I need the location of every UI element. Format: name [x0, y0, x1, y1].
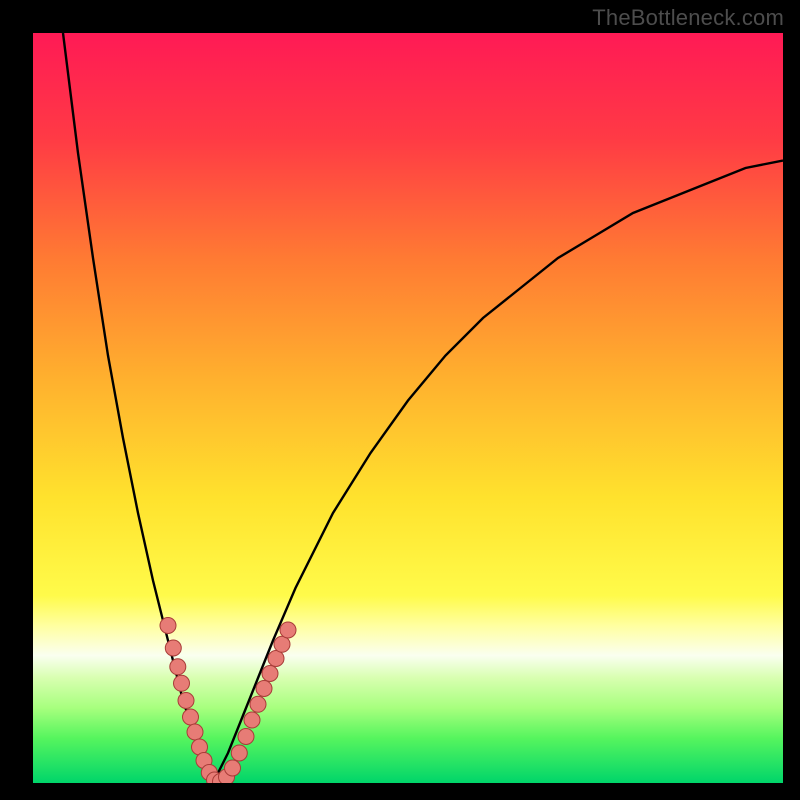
highlight-dot: [165, 640, 181, 656]
highlight-dot: [178, 693, 194, 709]
highlight-dot: [244, 712, 260, 728]
highlight-dot: [262, 666, 278, 682]
highlight-dot: [183, 709, 199, 725]
highlight-dot: [256, 681, 272, 697]
highlight-dots: [160, 618, 296, 784]
curve-layer: [33, 33, 783, 783]
highlight-dot: [187, 724, 203, 740]
plot-area: [33, 33, 783, 783]
highlight-dot: [274, 636, 290, 652]
highlight-dot: [268, 651, 284, 667]
highlight-dot: [250, 696, 266, 712]
highlight-dot: [170, 659, 186, 675]
highlight-dot: [280, 622, 296, 638]
highlight-dot: [160, 618, 176, 634]
watermark-text: TheBottleneck.com: [592, 5, 784, 31]
chart-frame: TheBottleneck.com: [0, 0, 800, 800]
highlight-dot: [238, 729, 254, 745]
highlight-dot: [174, 675, 190, 691]
highlight-dot: [225, 760, 241, 776]
highlight-dot: [231, 745, 247, 761]
